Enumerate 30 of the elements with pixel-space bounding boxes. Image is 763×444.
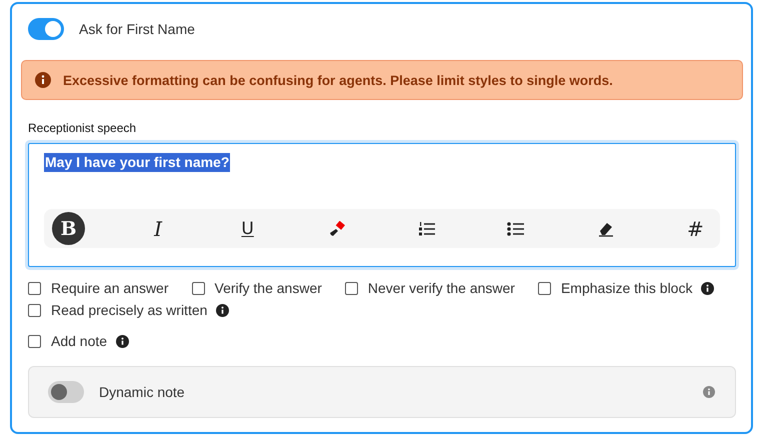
checkbox-label: Read precisely as written: [51, 302, 208, 318]
toggle-switch[interactable]: [48, 380, 84, 402]
field-label: Receptionist speech: [28, 121, 138, 137]
checkbox-label: Add note: [51, 333, 108, 349]
checkbox[interactable]: [538, 282, 551, 294]
checkbox[interactable]: [344, 282, 358, 294]
format-button[interactable]: B: [52, 212, 85, 245]
checkbox[interactable]: [192, 282, 205, 294]
checkbox[interactable]: [28, 282, 41, 294]
toggle-label: Ask for First Name: [79, 21, 195, 37]
numbered-list-icon: [418, 220, 436, 236]
warning-text: Excessive formatting can be confusing for agents. Please limit styles to single words.: [63, 72, 613, 88]
checkbox-label: Require an answer: [51, 280, 169, 296]
paintbrush-icon: [329, 220, 346, 236]
format-button[interactable]: U: [231, 212, 264, 245]
checkbox-label: Never verify the answer: [368, 280, 515, 296]
info-icon: [703, 386, 715, 398]
text-editor[interactable]: May I have your first name? B I U #: [28, 143, 736, 267]
format-button[interactable]: I: [142, 212, 175, 245]
format-button[interactable]: #: [678, 212, 712, 245]
checkbox[interactable]: [28, 334, 41, 348]
info-icon: [35, 72, 51, 88]
bullet-list-icon: [507, 220, 526, 236]
eraser-icon: [596, 220, 615, 236]
checkbox-label: Verify the answer: [214, 280, 322, 296]
checkbox-label: Emphasize this block: [560, 280, 692, 296]
toggle-switch[interactable]: [28, 18, 64, 40]
toggle-label: Dynamic note: [99, 384, 186, 400]
checkbox[interactable]: [28, 304, 41, 316]
editor-text: May I have your first name?: [44, 153, 230, 172]
